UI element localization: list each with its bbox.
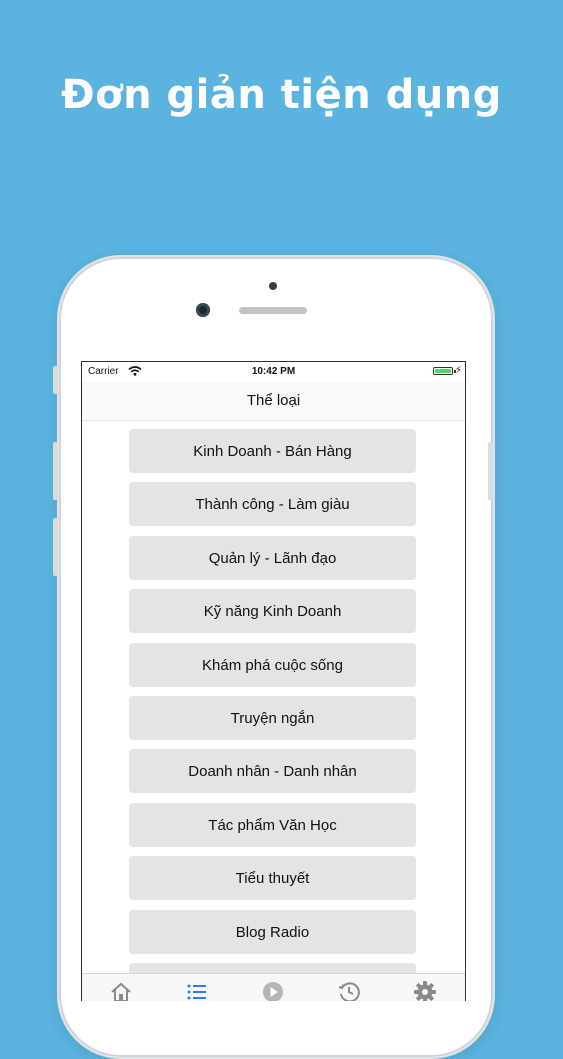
history-icon[interactable]: [336, 979, 362, 1001]
category-button-tieu-thuyet[interactable]: Tiểu thuyết: [129, 856, 416, 900]
phone-side-button-power: [488, 442, 493, 500]
phone-sensor: [269, 282, 277, 290]
status-bar: Carrier 10:42 PM ⚡: [82, 362, 465, 382]
category-button-blog-radio[interactable]: Blog Radio: [129, 910, 416, 954]
battery-icon: [433, 367, 453, 375]
phone-side-button-mute: [53, 366, 58, 394]
category-button-doanh-nhan-danh-nhan[interactable]: Doanh nhân - Danh nhân: [129, 749, 416, 793]
navigation-bar: Thể loại: [82, 382, 465, 421]
play-icon[interactable]: [260, 979, 286, 1001]
home-icon[interactable]: [108, 979, 134, 1001]
list-icon[interactable]: [184, 979, 210, 1001]
gear-icon[interactable]: [412, 979, 438, 1001]
status-time: 10:42 PM: [251, 366, 296, 377]
category-button-quan-ly-lanh-dao[interactable]: Quản lý - Lãnh đạo: [129, 536, 416, 580]
battery-level: [435, 369, 451, 373]
category-button-thanh-cong-lam-giau[interactable]: Thành công - Làm giàu: [129, 482, 416, 526]
phone-side-button-volume-down: [53, 518, 58, 576]
tab-bar: [82, 973, 465, 1001]
category-button-kham-pha-cuoc-song[interactable]: Khám phá cuộc sống: [129, 643, 416, 687]
phone-side-button-volume-up: [53, 442, 58, 500]
page-title: Thể loại: [246, 392, 301, 409]
category-button-kinh-doanh-ban-hang[interactable]: Kinh Doanh - Bán Hàng: [129, 429, 416, 473]
phone-screen: Carrier 10:42 PM ⚡ Thể loại Kinh Doanh -…: [81, 361, 466, 1001]
front-camera-icon: [196, 303, 210, 317]
category-button-ky-nang-kinh-doanh[interactable]: Kỹ năng Kinh Doanh: [129, 589, 416, 633]
headline: Đơn giản tiện dụng: [61, 72, 502, 118]
category-button-truyen-ngan[interactable]: Truyện ngắn: [129, 696, 416, 740]
phone-earpiece: [239, 307, 307, 314]
charging-bolt-icon: ⚡: [454, 365, 462, 376]
category-button-tac-pham-van-hoc[interactable]: Tác phẩm Văn Học: [129, 803, 416, 847]
